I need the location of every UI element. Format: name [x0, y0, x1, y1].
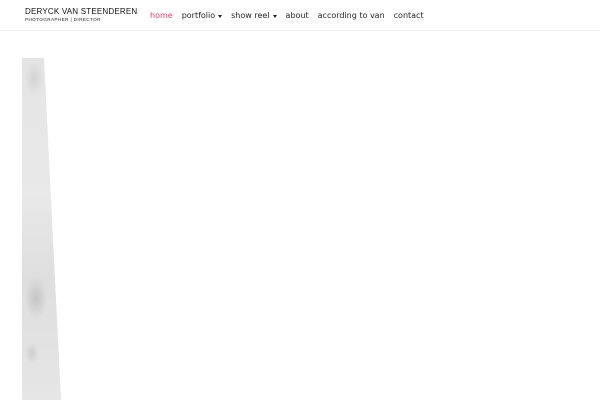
nav-label: contact — [393, 11, 424, 20]
brand-tagline: PHOTOGRAPHER | DIRECTOR — [25, 17, 101, 22]
nav-item-show-reel[interactable]: show reel — [231, 11, 277, 20]
nav-label: about — [285, 11, 309, 20]
site-header: DERYCK VAN STEENDEREN PHOTOGRAPHER | DIR… — [0, 0, 600, 31]
main-nav: home portfolio show reel about according… — [150, 0, 433, 31]
nav-item-about[interactable]: about — [286, 11, 309, 20]
nav-label: according to van — [317, 11, 385, 20]
nav-item-portfolio[interactable]: portfolio — [181, 11, 223, 20]
hero-slide-image — [22, 58, 62, 400]
nav-item-home[interactable]: home — [150, 11, 173, 20]
caret-down-icon — [272, 14, 277, 18]
nav-label: home — [150, 11, 173, 20]
brand-name: DERYCK VAN STEENDEREN — [25, 7, 138, 16]
nav-item-according-to-van[interactable]: according to van — [318, 11, 385, 20]
nav-item-contact[interactable]: contact — [394, 11, 424, 20]
nav-label: show reel — [231, 11, 270, 20]
nav-label: portfolio — [181, 11, 216, 20]
caret-down-icon — [218, 14, 223, 18]
hero-photo-strip — [22, 58, 61, 400]
site-logo[interactable]: DERYCK VAN STEENDEREN PHOTOGRAPHER | DIR… — [25, 8, 137, 23]
